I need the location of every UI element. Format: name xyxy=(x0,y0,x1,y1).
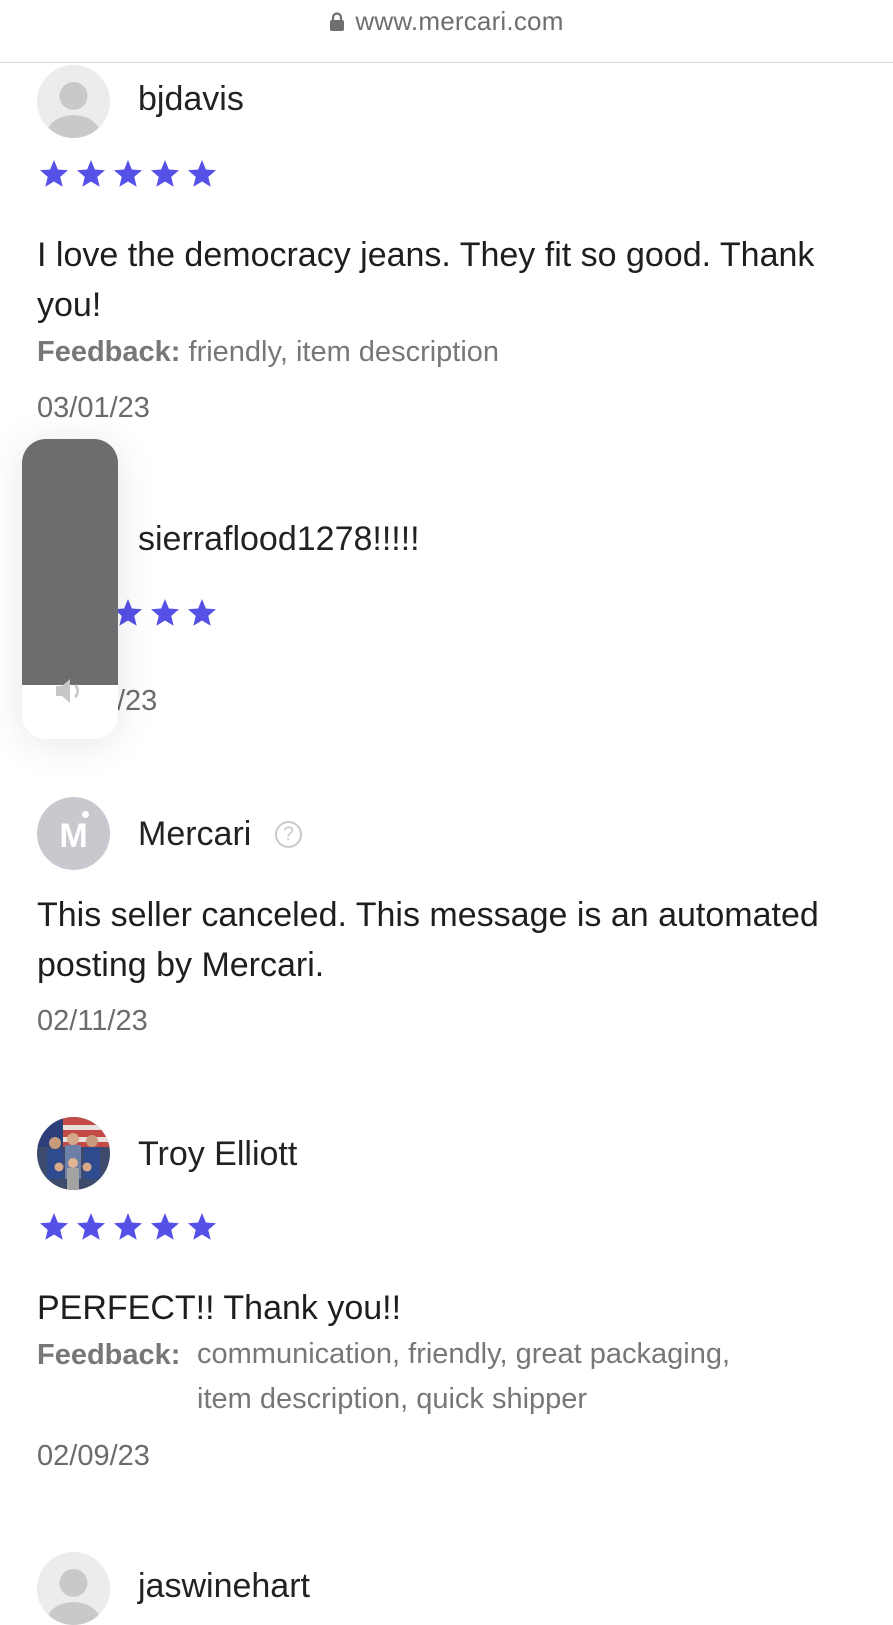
feedback-tags: friendly, item description xyxy=(188,336,500,368)
user-avatar-photo[interactable] xyxy=(37,1117,110,1190)
star-icon xyxy=(188,160,216,187)
mercari-logo-letter: M xyxy=(59,817,88,855)
star-icon xyxy=(114,1213,142,1240)
feedback-tags-line: communication, friendly, great packaging… xyxy=(197,1338,731,1370)
star-icon xyxy=(40,160,68,187)
reviewer-username[interactable]: jaswinehart xyxy=(138,1567,310,1606)
url-text: www.mercari.com xyxy=(355,6,564,36)
star-icon xyxy=(151,160,179,187)
reviewer-username[interactable]: bjdavis xyxy=(138,80,244,119)
review-date: 02/09/23 xyxy=(37,1440,150,1472)
review-text: I love the democracy jeans. They fit so … xyxy=(37,236,815,324)
review-text: PERFECT!! Thank you!! xyxy=(37,1289,402,1327)
feedback-label: Feedback: xyxy=(37,1339,181,1371)
volume-level-fill xyxy=(22,439,118,685)
reviewer-username[interactable]: Troy Elliott xyxy=(138,1135,297,1174)
mercari-logo-dot xyxy=(82,811,89,818)
star-icon xyxy=(77,1213,105,1240)
feedback-row: Feedback: friendly, item description xyxy=(37,330,499,375)
star-rating xyxy=(38,158,218,190)
star-icon xyxy=(77,160,105,187)
star-icon xyxy=(40,1213,68,1240)
family-photo xyxy=(37,1117,110,1190)
speaker-icon xyxy=(56,679,79,703)
star-icon xyxy=(114,160,142,187)
star-icon xyxy=(188,1213,216,1240)
default-avatar-icon xyxy=(37,1552,110,1625)
feedback-label: Feedback: xyxy=(37,336,181,368)
review-text: This seller canceled. This message is an… xyxy=(37,896,819,984)
url-display[interactable]: www.mercari.com xyxy=(329,6,563,37)
feedback-tags-line: item description, quick shipper xyxy=(197,1383,588,1415)
star-icon xyxy=(151,599,179,626)
volume-overlay xyxy=(22,439,118,739)
lock-icon xyxy=(330,11,345,31)
default-avatar-icon xyxy=(37,65,110,138)
reviewer-username[interactable]: sierraflood1278!!!!! xyxy=(138,520,420,559)
help-icon[interactable]: ? xyxy=(275,821,302,848)
user-avatar[interactable] xyxy=(37,65,110,138)
star-rating xyxy=(38,1211,218,1243)
star-icon xyxy=(151,1213,179,1240)
star-icon xyxy=(188,599,216,626)
review-date: 02/11/23 xyxy=(37,1005,148,1037)
reviewer-username[interactable]: Mercari xyxy=(138,815,251,854)
review-date: 03/01/23 xyxy=(37,392,150,424)
browser-url-bar[interactable]: www.mercari.com xyxy=(0,0,893,63)
feedback-tags: communication, friendly, great packaging… xyxy=(197,1332,877,1422)
review-date: /23 xyxy=(117,685,158,717)
user-avatar[interactable] xyxy=(37,1552,110,1625)
mercari-avatar[interactable]: M xyxy=(37,797,110,870)
